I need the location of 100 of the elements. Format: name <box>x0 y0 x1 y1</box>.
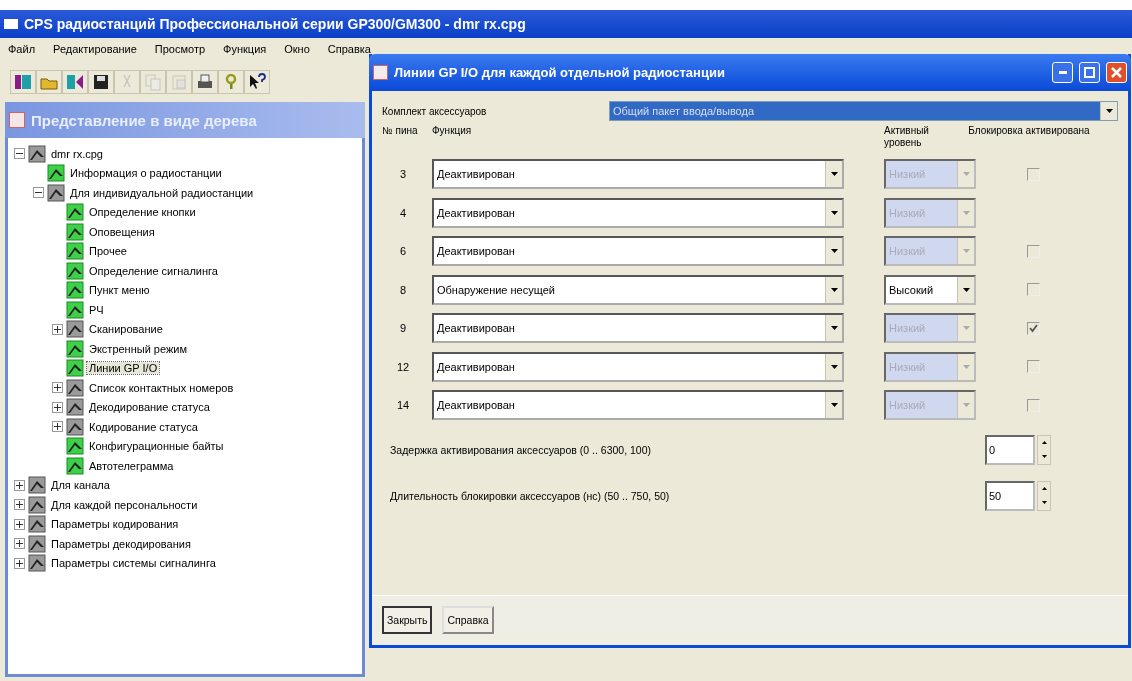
level-dropdown[interactable]: Высокий <box>884 274 976 305</box>
tree-item[interactable]: Линии GP I/O <box>87 362 160 375</box>
lock-checkbox[interactable] <box>1027 244 1040 258</box>
tree-item[interactable]: Пункт меню <box>87 284 152 297</box>
minimize-icon <box>1058 71 1067 74</box>
expand-icon[interactable] <box>52 401 63 413</box>
tree-item[interactable]: РЧ <box>87 303 106 316</box>
expand-icon[interactable] <box>52 421 63 433</box>
function-dropdown[interactable]: Деактивирован <box>432 197 844 228</box>
collapse-icon[interactable] <box>14 148 25 160</box>
lock-checkbox[interactable] <box>1027 167 1040 181</box>
expand-icon[interactable] <box>14 499 25 511</box>
caret-icon <box>830 287 838 292</box>
settings-group-icon <box>28 495 46 514</box>
tree-item[interactable]: Конфигурационные байты <box>87 440 226 453</box>
column-header: Активный уровень <box>884 125 930 150</box>
toolbar-button[interactable] <box>88 70 114 94</box>
lock-checkbox[interactable] <box>1027 360 1040 374</box>
lock-checkbox[interactable] <box>1027 398 1040 412</box>
number-field[interactable]: 0 <box>985 434 1035 465</box>
caret-icon <box>962 403 970 408</box>
down-arrow-icon <box>1041 455 1047 458</box>
expand-icon[interactable] <box>52 382 63 394</box>
settings-group-icon <box>28 144 46 163</box>
lock-checkbox[interactable] <box>1027 321 1040 335</box>
settings-group-icon <box>66 417 84 436</box>
menu-item[interactable]: Справка <box>325 43 373 55</box>
menu-item[interactable]: Окно <box>282 43 312 55</box>
pin-number: 12 <box>395 360 411 373</box>
tree-item[interactable]: Параметры системы сигналинга <box>49 557 218 570</box>
caret-icon <box>962 326 970 331</box>
tree-item[interactable]: Параметры кодирования <box>49 518 181 531</box>
tree-item[interactable]: Информация о радиостанции <box>68 167 224 180</box>
function-dropdown[interactable]: Деактивирован <box>432 390 844 421</box>
number-field[interactable]: 50 <box>985 480 1035 511</box>
function-dropdown[interactable]: Обнаружение несущей <box>432 274 844 305</box>
tree-item[interactable]: Параметры декодирования <box>49 537 193 550</box>
tree-item[interactable]: Экстренный режим <box>87 342 190 355</box>
tree-item[interactable]: Декодирование статуса <box>87 401 212 414</box>
tree-item[interactable]: dmr rx.cpg <box>49 147 105 160</box>
pin-number: 14 <box>395 399 411 412</box>
menu-item[interactable]: Редактирование <box>51 43 139 55</box>
caret-icon <box>962 287 970 292</box>
toolbar-button[interactable] <box>62 70 88 94</box>
pin-number: 3 <box>398 168 408 181</box>
close-icon <box>1111 67 1122 78</box>
menu-item[interactable]: Просмотр <box>152 43 208 55</box>
read-radio-icon <box>13 72 33 92</box>
field-label: Длительность блокировки аксессуаров (нс) (50 .. 750, 50) <box>389 489 671 502</box>
expand-icon[interactable] <box>14 557 25 569</box>
accessory-kit-dropdown[interactable]: Общий пакет ввода/вывода <box>609 101 1118 121</box>
toolbar-button[interactable] <box>192 70 218 94</box>
tree-item[interactable]: Для индивидуальной радиостанции <box>68 186 256 199</box>
caret-icon <box>830 210 838 215</box>
tree-item[interactable]: Список контактных номеров <box>87 381 236 394</box>
down-arrow-icon <box>1041 501 1047 504</box>
caret-icon <box>830 249 838 254</box>
field-label: Комплект аксессуаров <box>382 105 488 117</box>
expand-icon[interactable] <box>14 518 25 530</box>
toolbar-button[interactable] <box>244 70 270 94</box>
pin-number: 8 <box>398 283 408 296</box>
settings-group-icon <box>66 398 84 417</box>
tree-item[interactable]: Кодирование статуса <box>87 420 200 433</box>
expand-icon[interactable] <box>14 479 25 491</box>
tree-item[interactable]: Оповещения <box>87 225 157 238</box>
function-dropdown[interactable]: Деактивирован <box>432 351 844 382</box>
write-radio-icon <box>65 72 85 92</box>
tree-item[interactable]: Прочее <box>87 245 129 258</box>
expand-icon[interactable] <box>52 323 63 335</box>
tree-item[interactable]: Для канала <box>49 479 112 492</box>
save-icon <box>91 72 111 92</box>
minimize-button[interactable] <box>1052 62 1073 83</box>
app-icon <box>4 19 18 29</box>
toolbar-button[interactable] <box>10 70 36 94</box>
tree-item[interactable]: Определение кнопки <box>87 206 198 219</box>
tree-item[interactable]: Автотелеграмма <box>87 459 176 472</box>
settings-page-icon <box>66 300 84 319</box>
lock-checkbox[interactable] <box>1027 283 1040 297</box>
dialog-button[interactable]: Закрыть <box>382 606 433 634</box>
menu-item[interactable]: Файл <box>6 43 38 55</box>
tree-item[interactable]: Определение сигналинга <box>87 264 220 277</box>
spinner-arrows[interactable] <box>1037 434 1051 465</box>
up-arrow-icon <box>1041 487 1047 490</box>
expand-icon[interactable] <box>14 538 25 550</box>
function-dropdown[interactable]: Деактивирован <box>432 313 844 344</box>
maximize-button[interactable] <box>1079 62 1100 83</box>
function-dropdown[interactable]: Деактивирован <box>432 236 844 267</box>
close-button[interactable] <box>1106 62 1127 83</box>
tree-item[interactable]: Сканирование <box>87 323 165 336</box>
document-icon <box>373 65 388 80</box>
function-dropdown[interactable]: Деактивирован <box>432 159 844 190</box>
spinner-arrows[interactable] <box>1037 480 1051 511</box>
document-icon <box>9 112 25 128</box>
tree-item[interactable]: Для каждой персональности <box>49 498 200 511</box>
dialog-button[interactable]: Справка <box>442 606 494 634</box>
settings-group-icon <box>66 320 84 339</box>
caret-icon <box>962 249 970 254</box>
collapse-icon[interactable] <box>33 187 44 199</box>
field-label: Задержка активирования аксессуаров (0 .. 6300, 100) <box>389 443 652 456</box>
menu-item[interactable]: Функция <box>221 43 269 55</box>
